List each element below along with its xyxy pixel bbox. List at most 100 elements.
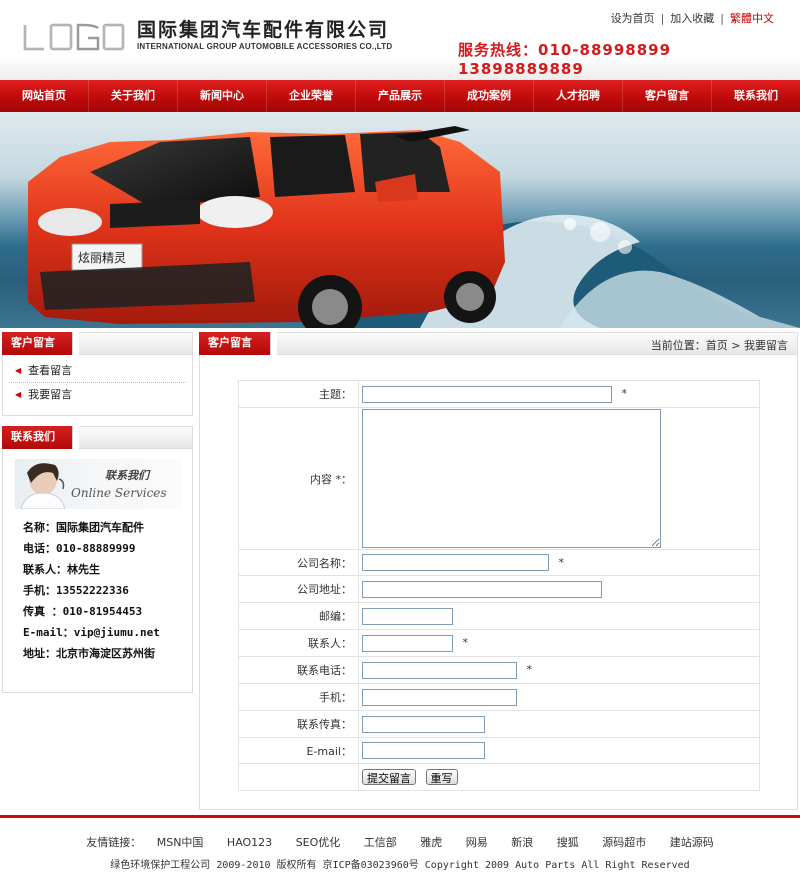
sidebar-contact-header: 联系我们 — [2, 426, 192, 449]
friend-link[interactable]: MSN中国 — [157, 836, 204, 849]
contact-fax: 传真 ：010-81954453 — [23, 605, 143, 618]
sidebar-contact-box: 联系我们 联系我们 Online Services 名称：国际集团汽车配件 电话… — [2, 426, 193, 693]
friend-links-label: 友情链接： — [86, 836, 142, 849]
page-title: 客户留言 — [199, 332, 277, 355]
bullet-arrow-icon: ◀ — [15, 365, 22, 375]
submit-message-button[interactable]: 提交留言 — [362, 769, 416, 785]
subject-input[interactable] — [362, 385, 612, 403]
nav-item-about[interactable]: 关于我们 — [89, 80, 178, 112]
message-form-panel: 客户留言 当前位置：首页 > 我要留言 主题： * 内容 *： 公司名称： * … — [199, 332, 798, 810]
friend-links: 友情链接： MSN中国 HAO123 SEO优化 工信部 雅虎 网易 新浪 搜狐… — [0, 834, 800, 850]
form-row-content: 内容 *： — [238, 407, 760, 550]
contact-phone: 电话：010-88889999 — [23, 542, 136, 555]
company-name-cn: 国际集团汽车配件有限公司 — [137, 19, 390, 41]
nav-item-contact[interactable]: 联系我们 — [712, 80, 800, 112]
friend-link[interactable]: SEO优化 — [296, 836, 341, 849]
sidebar-messages-box: 客户留言 ◀ 查看留言 ◀ 我要留言 — [2, 332, 193, 416]
logo — [23, 23, 125, 51]
fax-input[interactable] — [362, 715, 485, 733]
required-mark: * — [462, 636, 469, 649]
form-row-actions: 提交留言 重写 — [238, 763, 760, 791]
subject-label: 主题： — [238, 380, 359, 408]
sidebar-contact-title: 联系我们 — [2, 426, 79, 449]
contact-email: E-mail：vip@jiumu.net — [23, 626, 160, 639]
sidebar-messages-title: 客户留言 — [2, 332, 79, 355]
list-item-view-messages[interactable]: ◀ 查看留言 — [9, 359, 186, 383]
nav-item-messages[interactable]: 客户留言 — [623, 80, 712, 112]
support-agent-icon — [20, 463, 66, 509]
online-services-banner[interactable]: 联系我们 Online Services — [15, 459, 182, 509]
friend-link[interactable]: 网易 — [466, 836, 488, 849]
top-links: 设为首页 | 加入收藏 | 繁體中文 — [611, 10, 774, 26]
email-input[interactable] — [362, 742, 485, 759]
list-item-leave-message[interactable]: ◀ 我要留言 — [9, 383, 186, 407]
nav-item-home[interactable]: 网站首页 — [0, 80, 89, 112]
list-item-label: 查看留言 — [28, 363, 73, 377]
phone-label: 联系电话： — [238, 656, 359, 684]
address-label: 公司地址： — [238, 575, 359, 603]
form-row-email: E-mail： — [238, 737, 760, 764]
required-mark: * — [558, 555, 565, 569]
contact-person-label: 联系人： — [238, 629, 359, 657]
nav-item-products[interactable]: 产品展示 — [356, 80, 445, 112]
friend-link[interactable]: 雅虎 — [420, 836, 442, 849]
form-row-address: 公司地址： — [238, 575, 760, 603]
divider: | — [720, 12, 724, 25]
nav-item-jobs[interactable]: 人才招聘 — [534, 80, 623, 112]
contact-mobile: 手机：13552222336 — [23, 584, 129, 597]
phone-input[interactable] — [362, 661, 517, 679]
main-header: 客户留言 当前位置：首页 > 我要留言 — [199, 332, 797, 355]
main-nav: 网站首页 关于我们 新闻中心 企业荣誉 产品展示 成功案例 人才招聘 客户留言 … — [0, 80, 800, 112]
company-label: 公司名称： — [238, 549, 359, 576]
service-hotline: 服务热线：010-88998899 13898889889 — [458, 41, 672, 78]
nav-item-cases[interactable]: 成功案例 — [445, 80, 534, 112]
bookmark-link[interactable]: 加入收藏 — [670, 10, 714, 26]
car-on-wave-image: 炫丽精灵 — [28, 126, 800, 328]
message-form: 主题： * 内容 *： 公司名称： * 公司地址： 邮编： 联系人： * 联系电… — [238, 380, 760, 791]
contact-details: 名称：国际集团汽车配件 电话：010-88889999 联系人：林先生 手机：1… — [3, 509, 192, 674]
reset-button[interactable]: 重写 — [425, 769, 458, 785]
sidebar-messages-header: 客户留言 — [2, 332, 192, 355]
form-row-zip: 邮编： — [238, 602, 760, 630]
footer-divider — [0, 815, 800, 818]
zip-input[interactable] — [362, 607, 453, 625]
form-row-fax: 联系传真： — [238, 710, 760, 738]
divider: | — [660, 12, 665, 25]
email-label: E-mail： — [238, 737, 359, 764]
company-input[interactable] — [362, 554, 549, 571]
car-badge: 炫丽精灵 — [78, 250, 126, 265]
contact-address: 地址：北京市海淀区苏州街 — [23, 647, 155, 660]
contact-person: 联系人：林先生 — [23, 563, 100, 576]
online-title-cn: 联系我们 — [105, 469, 149, 482]
online-title-en: Online Services — [71, 486, 167, 500]
mobile-label: 手机： — [238, 683, 359, 711]
bullet-arrow-icon: ◀ — [15, 390, 22, 399]
set-homepage-link[interactable]: 设为首页 — [611, 10, 655, 26]
nav-item-honors[interactable]: 企业荣誉 — [267, 80, 356, 112]
required-mark: * — [621, 387, 628, 400]
address-input[interactable] — [362, 580, 602, 598]
friend-link[interactable]: 建站源码 — [670, 836, 714, 849]
contact-person-input[interactable] — [362, 634, 453, 652]
header: 国际集团汽车配件有限公司 INTERNATIONAL GROUP AUTOMOB… — [0, 0, 800, 80]
breadcrumb: 当前位置：首页 > 我要留言 — [650, 339, 788, 352]
friend-link[interactable]: HAO123 — [227, 836, 272, 849]
list-item-label: 我要留言 — [28, 388, 73, 401]
form-row-subject: 主题： * — [238, 380, 760, 408]
required-mark: * — [526, 663, 533, 676]
friend-link[interactable]: 新浪 — [511, 836, 533, 849]
form-row-mobile: 手机： — [238, 683, 760, 711]
contact-company: 名称：国际集团汽车配件 — [23, 521, 144, 534]
messages-list: ◀ 查看留言 ◀ 我要留言 — [3, 355, 192, 411]
form-row-phone: 联系电话： * — [238, 656, 760, 684]
friend-link[interactable]: 搜狐 — [557, 836, 579, 849]
traditional-chinese-link[interactable]: 繁體中文 — [730, 10, 774, 26]
friend-link[interactable]: 工信部 — [364, 836, 397, 849]
form-row-contact: 联系人： * — [238, 629, 760, 657]
friend-link[interactable]: 源码超市 — [602, 836, 646, 849]
nav-item-news[interactable]: 新闻中心 — [178, 80, 267, 112]
mobile-input[interactable] — [362, 688, 517, 706]
content-textarea[interactable] — [362, 409, 661, 548]
fax-label: 联系传真： — [238, 710, 359, 738]
form-row-company: 公司名称： * — [238, 549, 760, 576]
